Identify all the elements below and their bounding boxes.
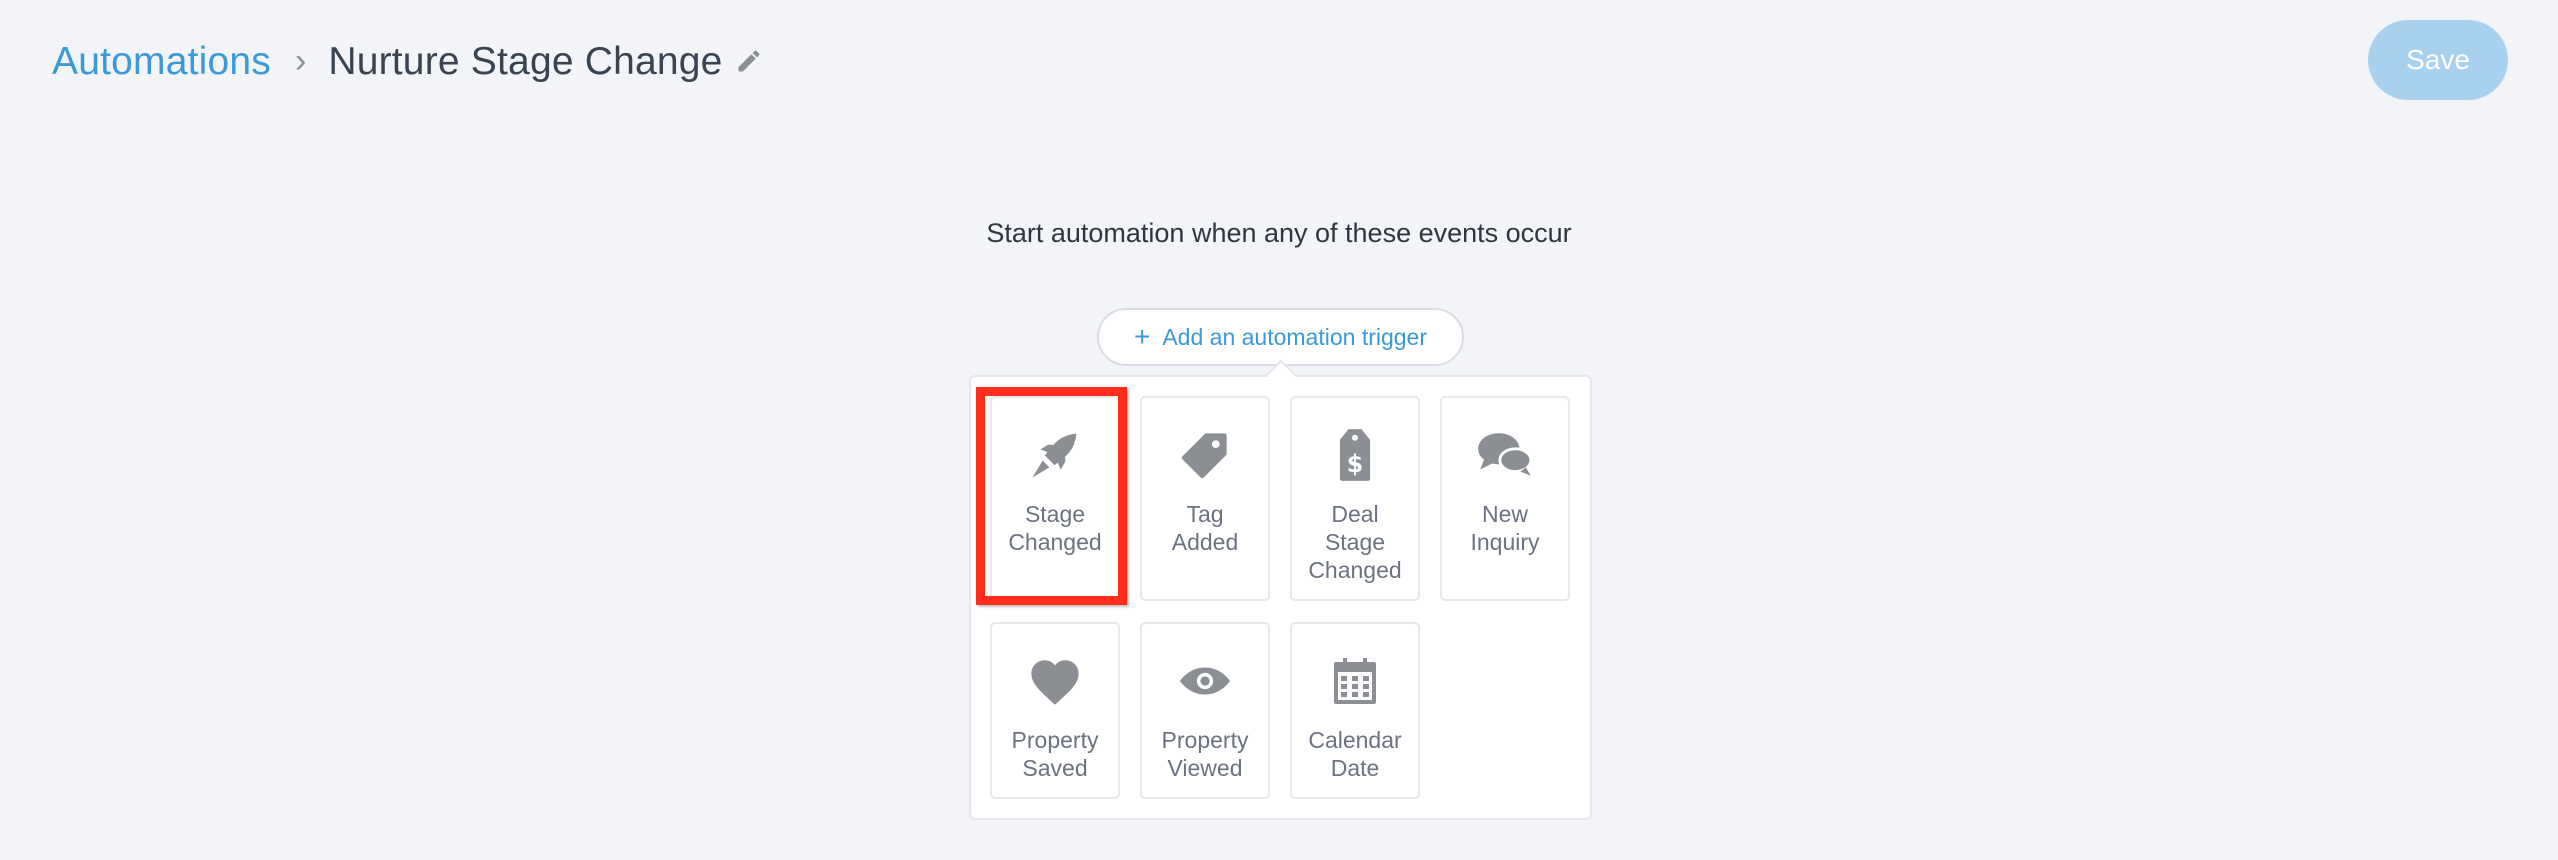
add-automation-trigger-button[interactable]: + Add an automation trigger	[1097, 308, 1464, 366]
add-trigger-label: Add an automation trigger	[1162, 323, 1428, 350]
trigger-label: Tag Added	[1171, 501, 1239, 555]
tag-icon	[1179, 426, 1231, 484]
heart-icon	[1028, 652, 1082, 710]
breadcrumb-separator: ›	[295, 42, 307, 80]
calendar-icon	[1331, 652, 1379, 710]
chat-bubbles-icon	[1476, 426, 1534, 484]
breadcrumb-automations-link[interactable]: Automations	[52, 42, 271, 81]
trigger-label: Property Viewed	[1161, 727, 1249, 781]
trigger-property-saved[interactable]: Property Saved	[990, 622, 1120, 799]
trigger-new-inquiry[interactable]: New Inquiry	[1440, 396, 1570, 601]
rocket-icon	[1028, 426, 1082, 484]
trigger-label: New Inquiry	[1470, 501, 1540, 555]
plus-icon: +	[1133, 321, 1151, 352]
automation-editor: Automations › Nurture Stage Change Save …	[0, 0, 2558, 860]
save-button[interactable]: Save	[2368, 20, 2508, 100]
trigger-label: Stage Changed	[1008, 501, 1102, 555]
breadcrumb: Automations › Nurture Stage Change	[52, 30, 763, 92]
trigger-calendar-date[interactable]: Calendar Date	[1290, 622, 1420, 799]
pencil-icon[interactable]	[735, 47, 763, 75]
instruction-text: Start automation when any of these event…	[986, 218, 1572, 248]
page-title: Nurture Stage Change	[328, 39, 723, 83]
svg-text:$: $	[1347, 450, 1363, 478]
trigger-label: Property Saved	[1011, 727, 1099, 781]
trigger-stage-changed[interactable]: Stage Changed	[990, 396, 1120, 601]
eye-icon	[1178, 652, 1232, 710]
trigger-label: Deal Stage Changed	[1308, 501, 1402, 583]
trigger-label: Calendar Date	[1308, 727, 1402, 781]
price-tag-dollar-icon: $	[1333, 426, 1377, 484]
trigger-tag-added[interactable]: Tag Added	[1140, 396, 1270, 601]
trigger-deal-stage-changed[interactable]: $ Deal Stage Changed	[1290, 396, 1420, 601]
trigger-property-viewed[interactable]: Property Viewed	[1140, 622, 1270, 799]
